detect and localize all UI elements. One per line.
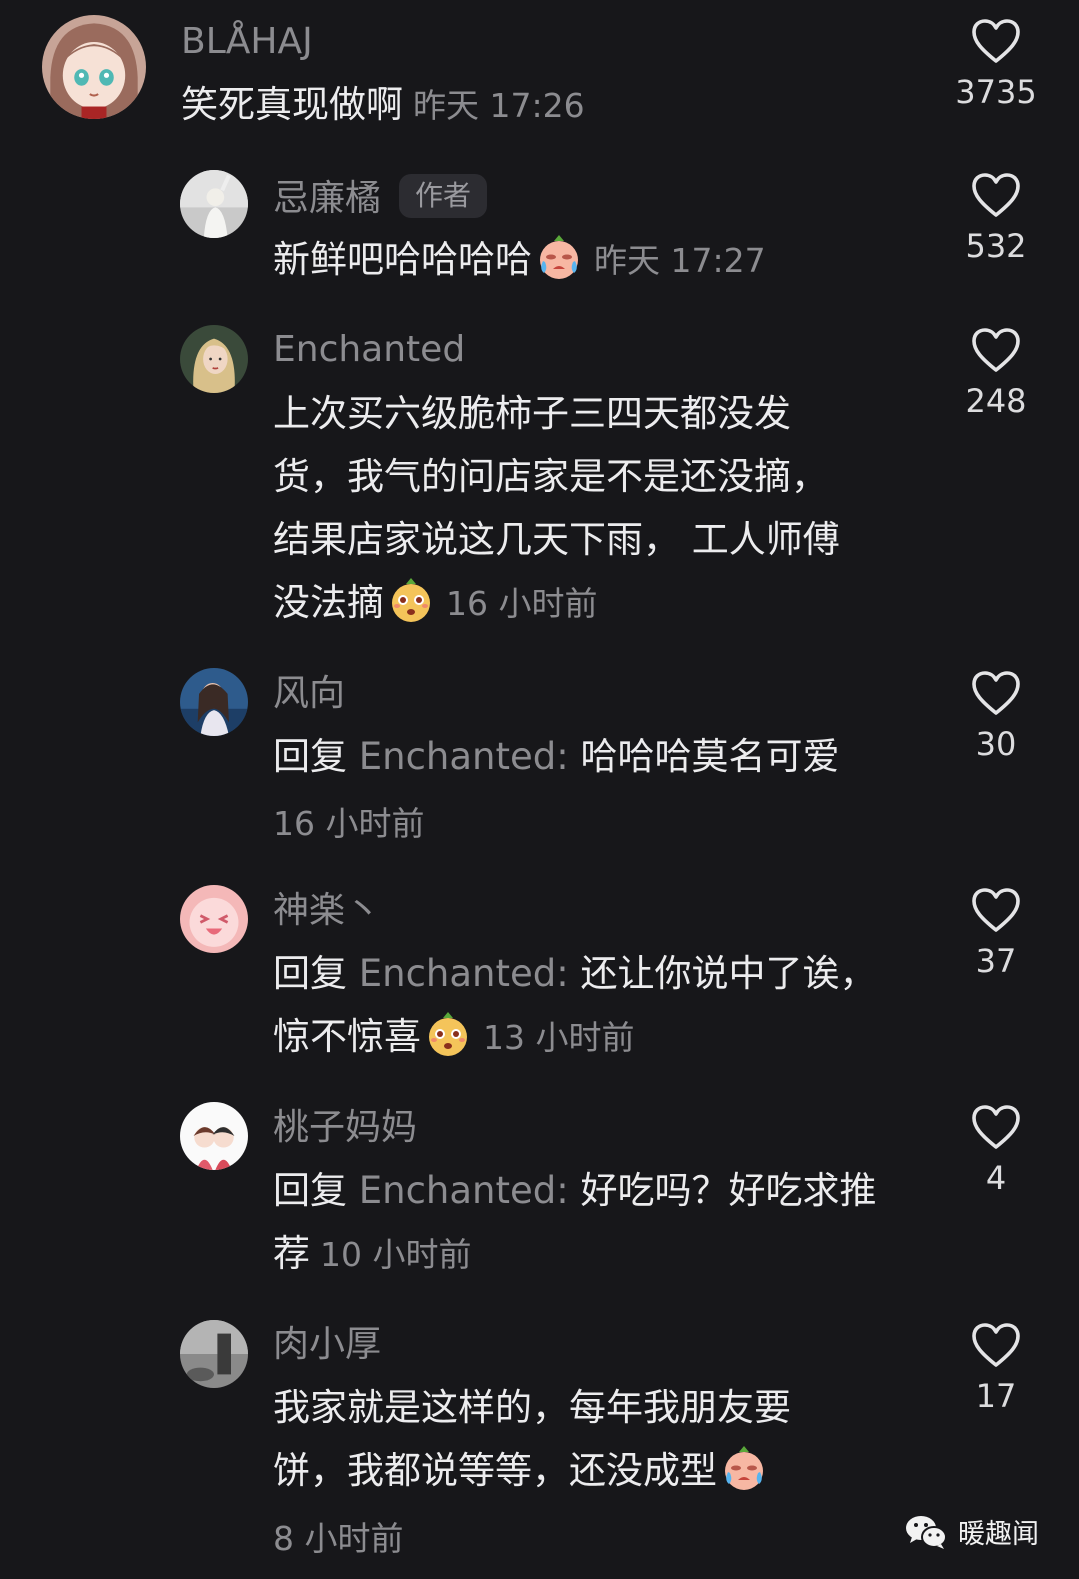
username[interactable]: 神楽丶 [273, 893, 381, 929]
reply-target-username[interactable]: Enchanted: [359, 952, 569, 995]
username[interactable]: 桃子妈妈 [273, 1110, 417, 1146]
reply-target-username[interactable]: Enchanted: [359, 735, 569, 778]
comment-text: 回复 Enchanted: 还让你说中了诶， 惊不惊喜 13 小时前 [273, 942, 877, 1069]
like-count: 4 [985, 1159, 1007, 1197]
comment-line: 货，我气的问店家是不是还没摘， [273, 455, 828, 498]
like-count: 17 [975, 1377, 1017, 1415]
pink-laughing-avatar-icon [180, 885, 248, 953]
crying-face-emoji-icon [719, 1443, 769, 1493]
anime-girl-avatar-icon [42, 15, 146, 119]
comment-time: 13 小时前 [483, 1018, 635, 1057]
like-button[interactable]: 3735 [936, 18, 1056, 108]
comment-text: 上次买六级脆柿子三四天都没发 货，我气的问店家是不是还没摘， 结果店家说这几天下… [273, 382, 840, 635]
like-count: 248 [965, 382, 1027, 420]
person-photo-avatar-icon [180, 170, 248, 238]
grayscale-photo-avatar-icon [180, 1320, 248, 1388]
comment-text: 笑死真现做啊 昨天 17:26 [181, 73, 585, 137]
like-count: 3735 [955, 73, 1037, 111]
username-row: 忌廉橘 作者 [273, 174, 488, 222]
comment-line: 荐 [273, 1232, 310, 1275]
blonde-woman-avatar-icon [180, 325, 248, 393]
username[interactable]: 风向 [273, 676, 345, 712]
comment-line-last: 饼，我都说等等，还没成型 [273, 1439, 791, 1502]
surprised-face-emoji-icon [386, 575, 436, 625]
author-badge: 作者 [399, 174, 488, 218]
surprised-face-emoji-icon [423, 1009, 473, 1059]
like-button[interactable]: 248 [936, 327, 1056, 417]
comment-time-row: 8 小时前 [273, 1506, 404, 1570]
heart-icon[interactable] [971, 18, 1021, 64]
comment-line: 回复 Enchanted: 好吃吗？好吃求推 [273, 1159, 877, 1222]
comment-time: 16 小时前 [446, 584, 598, 623]
comment-text: 回复 Enchanted: 哈哈哈莫名可爱 [273, 725, 840, 788]
comment-body: 还让你说中了诶， [580, 952, 877, 995]
user-avatar[interactable] [180, 325, 248, 393]
comment-line: 上次买六级脆柿子三四天都没发 [273, 392, 791, 435]
user-avatar[interactable] [180, 1102, 248, 1170]
comment-line: 回复 Enchanted: 还让你说中了诶， [273, 942, 877, 1005]
like-button[interactable]: 37 [936, 887, 1056, 977]
like-button[interactable]: 4 [936, 1104, 1056, 1194]
heart-icon[interactable] [971, 887, 1021, 933]
user-avatar[interactable] [42, 15, 146, 119]
heart-icon[interactable] [971, 327, 1021, 373]
heart-icon[interactable] [971, 1322, 1021, 1368]
username[interactable]: Enchanted [273, 332, 465, 368]
comment-line-last: 荐 10 小时前 [273, 1222, 877, 1286]
comment-body: 新鲜吧哈哈哈哈 [273, 238, 532, 281]
comment-time: 16 小时前 [273, 804, 425, 843]
crying-face-emoji-icon [534, 232, 584, 282]
like-button[interactable]: 17 [936, 1322, 1056, 1412]
reply-prefix: 回复 [273, 735, 347, 778]
comment-line: 结果店家说这几天下雨， 工人师傅 [273, 518, 840, 561]
user-avatar[interactable] [180, 170, 248, 238]
comment-text: 新鲜吧哈哈哈哈 昨天 17:27 [273, 228, 766, 292]
heart-icon[interactable] [971, 1104, 1021, 1150]
comment-time: 10 小时前 [320, 1235, 472, 1274]
like-count: 532 [965, 227, 1027, 265]
reply-target-username[interactable]: Enchanted: [359, 1169, 569, 1212]
user-avatar[interactable] [180, 885, 248, 953]
reply-prefix: 回复 [273, 1169, 347, 1212]
comment-time-row: 16 小时前 [273, 791, 424, 855]
comment-line: 饼，我都说等等，还没成型 [273, 1449, 717, 1492]
username[interactable]: BLÅHAJ [181, 24, 313, 60]
comment-line: 没法摘 [273, 581, 384, 624]
comment-line-last: 没法摘 16 小时前 [273, 571, 840, 635]
comment-line: 我家就是这样的，每年我朋友要 [273, 1386, 791, 1429]
reply-prefix: 回复 [273, 952, 347, 995]
like-button[interactable]: 30 [936, 670, 1056, 760]
user-avatar[interactable] [180, 1320, 248, 1388]
comment-text: 我家就是这样的，每年我朋友要 饼，我都说等等，还没成型 [273, 1376, 791, 1502]
comment-line-last: 惊不惊喜 13 小时前 [273, 1005, 877, 1069]
ocean-portrait-avatar-icon [180, 668, 248, 736]
comment-time: 昨天 17:27 [594, 241, 766, 280]
comment-time: 昨天 17:26 [413, 86, 585, 125]
comment-text: 回复 Enchanted: 好吃吗？好吃求推 荐 10 小时前 [273, 1159, 877, 1286]
comment-body: 好吃吗？好吃求推 [580, 1169, 877, 1212]
watermark-text: 暖趣闻 [958, 1519, 1039, 1550]
heart-icon[interactable] [971, 172, 1021, 218]
like-count: 30 [975, 725, 1017, 763]
like-count: 37 [975, 942, 1017, 980]
comment-line: 惊不惊喜 [273, 1015, 421, 1058]
cartoon-couple-avatar-icon [180, 1102, 248, 1170]
username[interactable]: 忌廉橘 [273, 178, 381, 219]
comment-body: 笑死真现做啊 [181, 83, 403, 126]
comment-body: 哈哈哈莫名可爱 [580, 735, 840, 778]
heart-icon[interactable] [971, 670, 1021, 716]
like-button[interactable]: 532 [936, 172, 1056, 262]
username[interactable]: 肉小厚 [273, 1327, 381, 1363]
wechat-icon [906, 1515, 947, 1549]
comment-time: 8 小时前 [273, 1519, 404, 1558]
user-avatar[interactable] [180, 668, 248, 736]
watermark: 暖趣闻 [904, 1512, 1039, 1551]
